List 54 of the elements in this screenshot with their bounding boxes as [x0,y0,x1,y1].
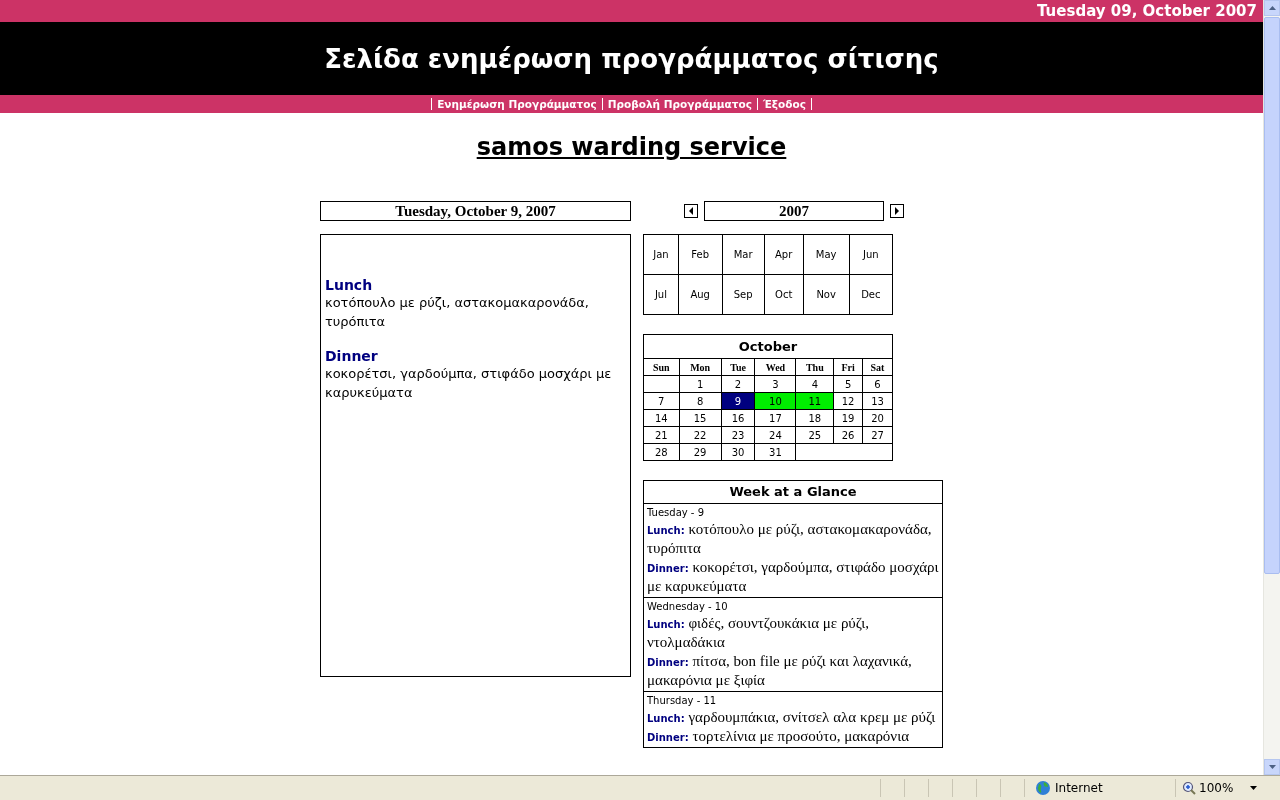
weekday-header: Mon [679,358,722,376]
calendar-month-title: October [643,334,893,359]
month-cell[interactable]: Sep [722,274,765,315]
week-glance-title: Week at a Glance [644,481,942,504]
month-cell[interactable]: May [803,234,850,275]
day-heading: Wednesday - 10 [647,600,729,614]
meal-dishes: κοτόπουλο με ρύζι, αστακομακαρονάδα, τυρόπιτα [325,294,590,331]
meal-entry: Dinner: πίτσα, bon file με ρύζι και λαχανικά, μακαρόνια με ξιφία [647,652,913,690]
scrollbar-thumb[interactable] [1264,17,1280,574]
current-date: Tuesday 09, October 2007 [1037,2,1257,20]
meal-entry: Dinner: κοκορέτσι, γαρδούμπα, στιφάδο μοσχάρι με καρυκεύματα [647,558,939,596]
month-cell[interactable]: Apr [764,234,804,275]
right-triangle-icon [894,207,900,215]
month-cell[interactable]: Mar [722,234,765,275]
month-cell[interactable]: Jun [849,234,893,275]
weekday-header: Wed [754,358,796,376]
nav-link[interactable]: Ενημέρωση Προγράμματος [431,98,602,110]
scroll-up-button[interactable] [1264,0,1280,16]
zoom-button[interactable]: 100% [1175,779,1264,797]
left-triangle-icon [688,207,694,215]
meal-entry: Lunch: γαρδουμπάκια, σνίτσελ αλα κρεμ με ρύζι [647,708,937,727]
month-cell[interactable]: Feb [678,234,722,275]
selected-date: Tuesday, October 9, 2007 [320,201,631,221]
weekday-header: Thu [795,358,834,376]
day-heading: Thursday - 11 [647,694,718,708]
year-label: 2007 [704,201,884,221]
scroll-down-button[interactable] [1264,759,1280,776]
site-title: samos warding service [475,133,788,161]
meal-label: Lunch [325,277,374,293]
month-cell[interactable]: Jan [643,234,679,275]
next-year-button[interactable] [890,204,904,218]
globe-icon [1035,780,1051,796]
meal-label: Dinner [325,348,379,364]
nav-link[interactable]: Έξοδος [756,98,812,110]
weekday-header: Sat [862,358,893,376]
month-cell[interactable]: Oct [764,274,804,315]
day-heading: Tuesday - 9 [647,506,705,520]
down-caret-icon [1268,765,1276,770]
magnifier-icon [1182,781,1196,795]
month-cell[interactable]: Nov [803,274,850,315]
weekday-header: Tue [721,358,755,376]
security-zone: Internet [1055,781,1103,795]
month-cell[interactable]: Dec [849,274,893,315]
month-cell[interactable]: Aug [678,274,722,315]
nav-link[interactable]: Προβολή Προγράμματος [601,98,757,110]
previous-year-button[interactable] [684,204,698,218]
meal-entry: Dinner: τορτελίνια με προσούτο, μακαρόνια [647,727,911,746]
weekday-header: Fri [833,358,863,376]
page-header-title: Σελίδα ενημέρωση προγράμματος σίτισης [324,43,939,74]
up-caret-icon [1268,6,1276,10]
meal-dishes: κοκορέτσι, γαρδούμπα, στιφάδο μοσχάρι με καρυκεύματα [325,365,613,402]
month-cell[interactable]: Jul [643,274,679,315]
weekday-header: Sun [643,358,680,376]
dropdown-caret-icon [1250,786,1258,790]
